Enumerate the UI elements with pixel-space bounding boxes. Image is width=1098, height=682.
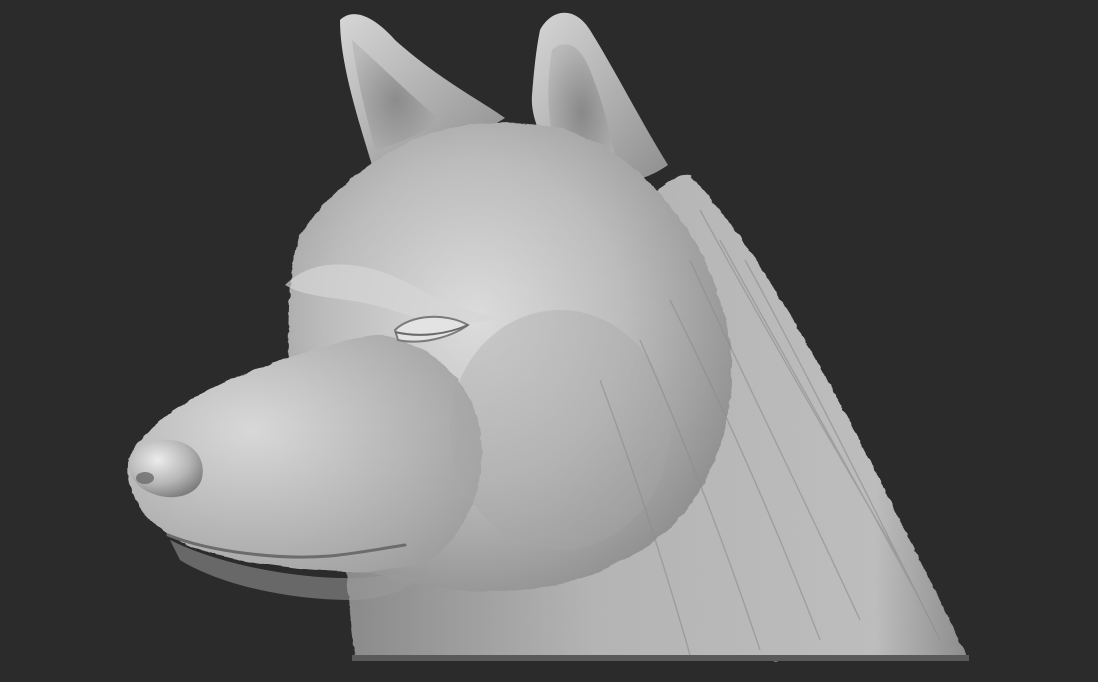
cheek <box>450 310 670 550</box>
base-cut <box>352 655 969 661</box>
render-viewport <box>0 0 1098 682</box>
wolf-head-sculpt <box>128 12 969 661</box>
nostril <box>136 472 154 484</box>
